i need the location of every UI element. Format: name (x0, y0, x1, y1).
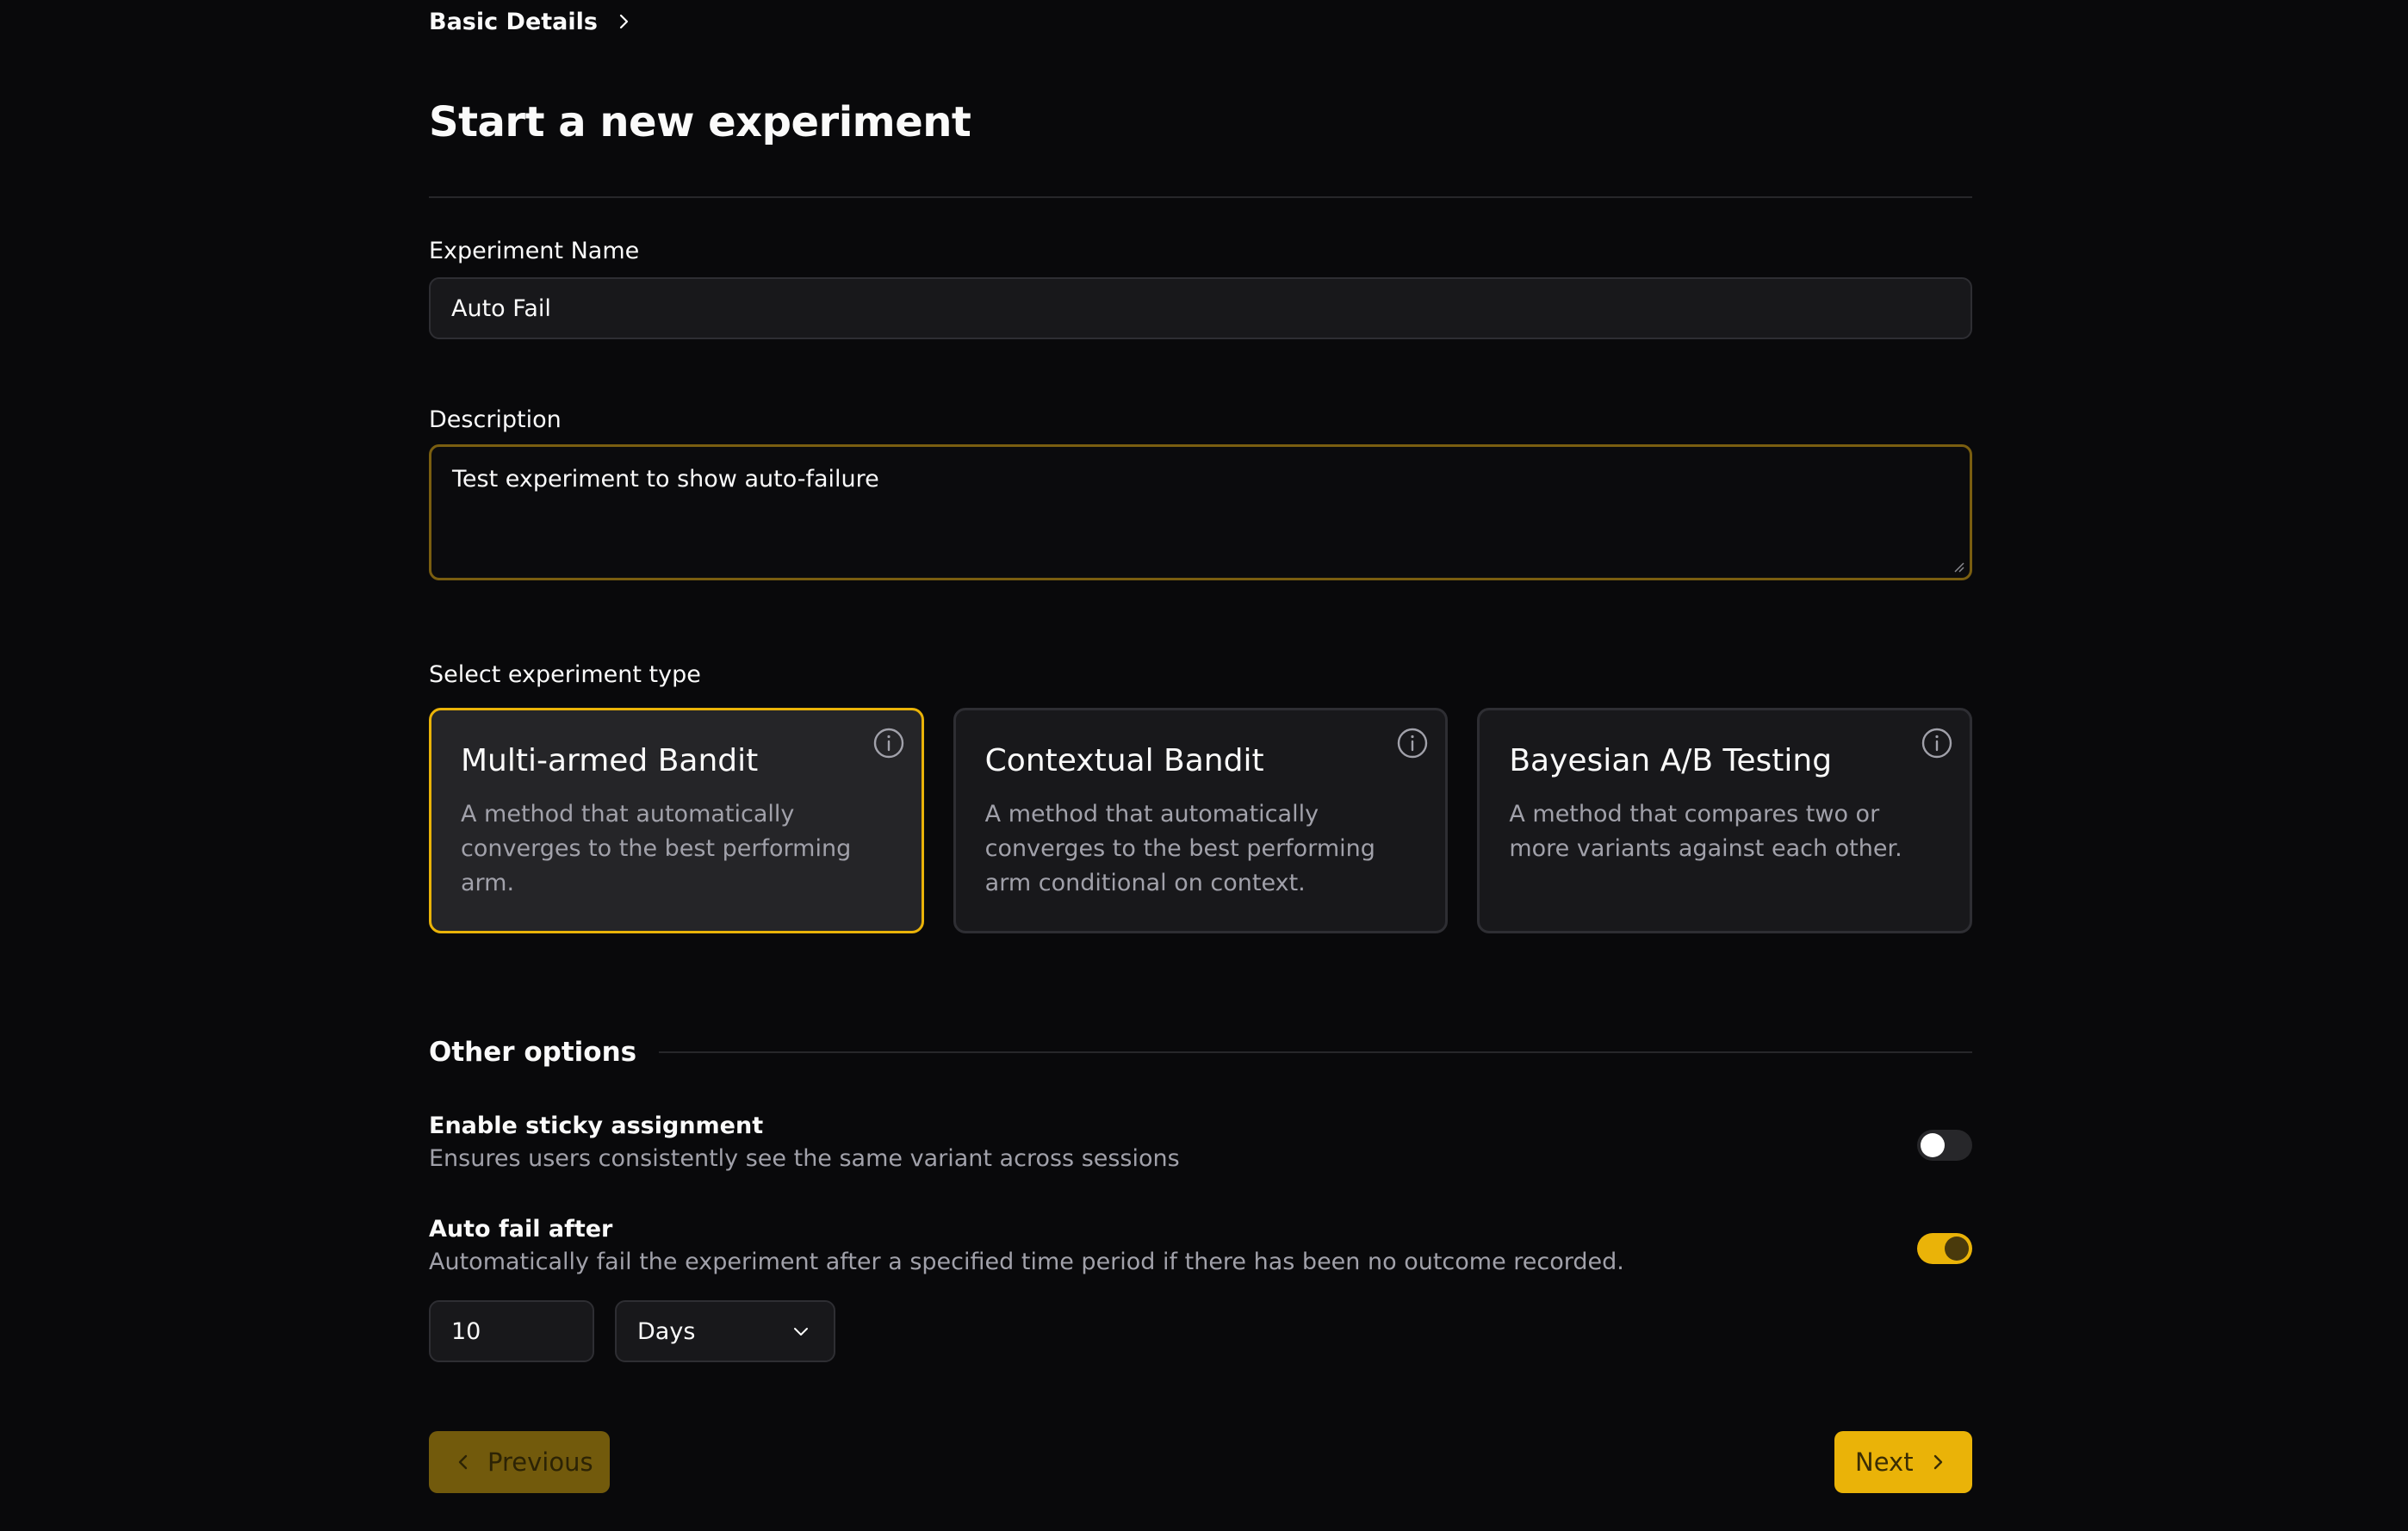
card-description: A method that automatically converges to… (461, 801, 852, 896)
experiment-name-input[interactable]: Auto Fail (429, 277, 1972, 339)
info-icon[interactable] (1395, 726, 1430, 760)
experiment-type-label: Select experiment type (429, 661, 701, 688)
auto-fail-toggle[interactable] (1917, 1233, 1972, 1264)
chevron-down-icon (794, 1328, 808, 1336)
toggle-knob (1921, 1133, 1945, 1157)
chevron-left-icon (458, 1454, 468, 1470)
page-title: Start a new experiment (429, 98, 971, 146)
sticky-assignment-toggle[interactable] (1917, 1130, 1972, 1161)
description-label: Description (429, 406, 562, 433)
experiment-type-cards: Multi-armed Bandit A method that automat… (429, 708, 1973, 933)
card-bayesian-ab-testing[interactable]: Bayesian A/B Testing A method that compa… (1477, 708, 1973, 933)
other-options-header: Other options (429, 1033, 1972, 1071)
section-title: Other options (429, 1037, 637, 1068)
breadcrumb-label: Basic Details (429, 8, 598, 35)
experiment-name-value: Auto Fail (451, 294, 551, 322)
card-title: Multi-armed Bandit (461, 743, 759, 778)
auto-fail-value-input[interactable]: 10 (429, 1300, 594, 1362)
description-textarea[interactable]: Test experiment to show auto-failure (429, 444, 1972, 580)
sticky-assignment-description: Ensures users consistently see the same … (429, 1145, 1180, 1172)
auto-fail-title: Auto fail after (429, 1216, 613, 1243)
next-button[interactable]: Next (1834, 1431, 1972, 1493)
card-description: A method that compares two or more varia… (1509, 801, 1902, 862)
resize-handle-icon[interactable] (1952, 561, 1964, 573)
info-icon[interactable] (1920, 726, 1954, 760)
auto-fail-unit: Days (637, 1317, 696, 1345)
section-divider (659, 1051, 1972, 1053)
auto-fail-unit-select[interactable]: Days (615, 1300, 835, 1362)
card-title: Bayesian A/B Testing (1509, 743, 1833, 778)
auto-fail-value: 10 (451, 1317, 481, 1345)
breadcrumb[interactable]: Basic Details (429, 7, 634, 36)
card-description: A method that automatically converges to… (984, 801, 1375, 896)
chevron-right-icon (1933, 1454, 1942, 1470)
previous-label: Previous (487, 1447, 593, 1477)
info-icon[interactable] (872, 726, 906, 760)
sticky-assignment-title: Enable sticky assignment (429, 1113, 764, 1139)
card-multi-armed-bandit[interactable]: Multi-armed Bandit A method that automat… (429, 708, 924, 933)
title-divider (429, 196, 1972, 198)
experiment-form-page: Basic Details Start a new experiment Exp… (429, 0, 1973, 1531)
toggle-knob (1945, 1237, 1969, 1261)
description-value: Test experiment to show auto-failure (452, 466, 879, 493)
card-contextual-bandit[interactable]: Contextual Bandit A method that automati… (953, 708, 1449, 933)
experiment-name-label: Experiment Name (429, 238, 640, 264)
next-label: Next (1855, 1447, 1914, 1477)
auto-fail-description: Automatically fail the experiment after … (429, 1249, 1624, 1275)
chevron-right-icon (619, 14, 629, 29)
previous-button[interactable]: Previous (429, 1431, 610, 1493)
card-title: Contextual Bandit (984, 743, 1264, 778)
